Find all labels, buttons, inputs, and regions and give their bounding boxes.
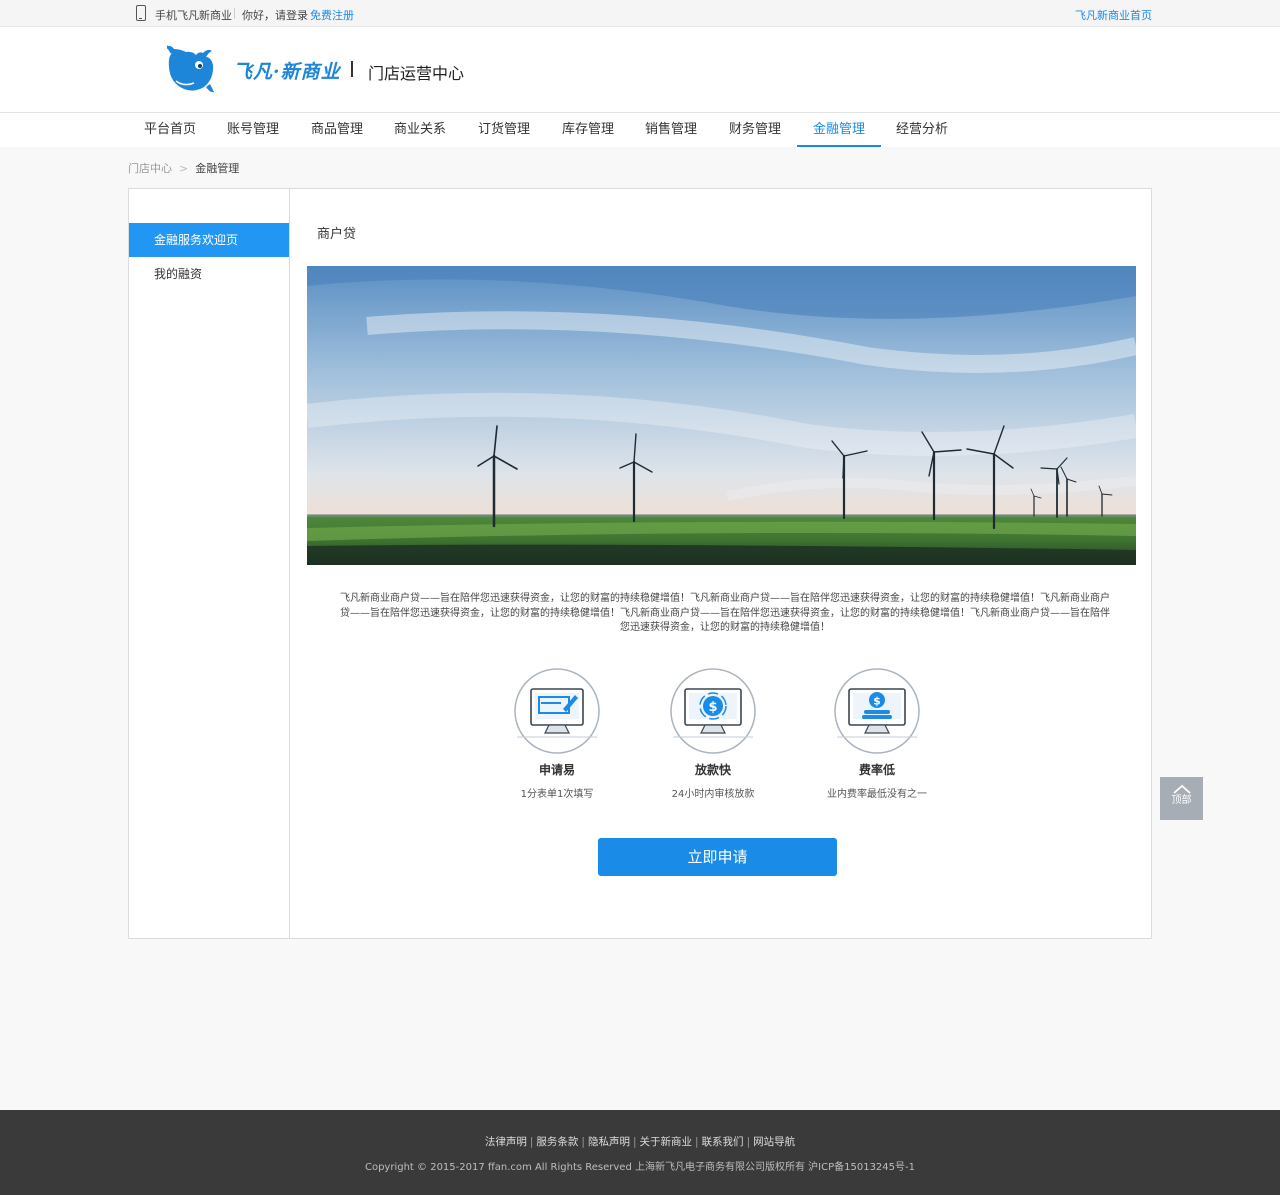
footer-link-contact[interactable]: 联系我们 [702,1136,744,1148]
topbar-divider [234,8,235,19]
apply-now-button[interactable]: 立即申请 [598,838,837,876]
footer-separator: | [581,1136,585,1148]
feature-title: 费率低 [858,763,895,777]
footer-link-terms[interactable]: 服务条款 [536,1136,578,1148]
breadcrumb-current: 金融管理 [195,162,240,175]
footer-links: 法律声明 | 服务条款 | 隐私声明 | 关于新商业 | 联系我们 | 网站导航 [0,1134,1280,1149]
sidebar-item-welcome[interactable]: 金融服务欢迎页 [129,223,289,257]
site-footer: 法律声明 | 服务条款 | 隐私声明 | 关于新商业 | 联系我们 | 网站导航 Copyright… [0,1110,1280,1195]
mobile-app-link[interactable]: 手机飞凡新商业 [155,7,232,23]
nav-item-home[interactable]: 平台首页 [128,113,212,147]
section-title: 商户贷 [317,227,357,242]
breadcrumb-root[interactable]: 门店中心 [128,162,172,175]
svg-text:$: $ [708,700,717,715]
nav-item-analytics[interactable]: 经营分析 [880,113,964,147]
header-divider [351,61,353,77]
feature-easy-apply: 申请易 1分表单1次填写 [487,667,627,800]
wind-turbine-banner-image [307,266,1136,565]
feature-subtitle: 24小时内审核放款 [671,789,755,800]
page-title: 门店运营中心 [368,64,465,83]
footer-separator: | [746,1136,751,1148]
feature-low-rate: $ 费率低 业内费率最低没有之一 [807,667,947,800]
footer-link-privacy[interactable]: 隐私声明 [588,1136,630,1148]
nav-item-orders[interactable]: 订货管理 [462,113,546,147]
mobile-phone-icon [136,5,146,21]
feature-subtitle: 1分表单1次填写 [520,789,594,800]
nav-item-inventory[interactable]: 库存管理 [546,113,630,147]
chevron-up-icon [1172,784,1191,794]
site-header: 飞凡·新商业 门店运营中心 [0,27,1280,113]
breadcrumb: 门店中心 > 金融管理 [128,160,239,176]
feature-subtitle: 业内费率最低没有之一 [827,789,927,800]
footer-separator: | [529,1136,534,1148]
svg-text:$: $ [873,695,881,708]
feature-title: 放款快 [694,763,731,777]
nav-item-sales[interactable]: 销售管理 [629,113,713,147]
nav-item-products[interactable]: 商品管理 [295,113,379,147]
top-bar: 手机飞凡新商业 你好，请登录 免费注册 飞凡新商业首页 [0,0,1280,27]
content-panel: 金融服务欢迎页 我的融资 商户贷 飞凡新商业商户贷——旨在陪伴您迅速获得资金，让… [128,188,1152,939]
breadcrumb-separator: > [179,162,189,175]
feature-title: 申请易 [538,763,575,777]
main-nav: 平台首页 账号管理 商品管理 商业关系 订货管理 库存管理 销售管理 财务管理 … [0,113,1280,147]
coin-stack-icon: $ [834,668,920,754]
footer-link-about[interactable]: 关于新商业 [640,1136,693,1148]
sidebar: 金融服务欢迎页 我的融资 [129,189,290,938]
sidebar-item-my-financing[interactable]: 我的融资 [129,257,289,291]
product-description: 飞凡新商业商户贷——旨在陪伴您迅速获得资金，让您的财富的持续稳健增值！飞凡新商业… [340,593,1110,633]
footer-separator: | [632,1136,637,1148]
home-link[interactable]: 飞凡新商业首页 [1075,7,1152,23]
back-to-top-label: 顶部 [1171,795,1192,806]
form-edit-icon [514,668,600,754]
feature-fast-loan: $ 放款快 24小时内审核放款 [643,667,783,800]
nav-item-finance[interactable]: 财务管理 [713,113,797,147]
nav-item-business-relations[interactable]: 商业关系 [378,113,462,147]
back-to-top-button[interactable]: 顶部 [1160,777,1203,820]
nav-item-account[interactable]: 账号管理 [211,113,295,147]
whale-logo-icon[interactable] [166,43,216,95]
register-link[interactable]: 免费注册 [310,7,354,23]
copyright: Copyright © 2015-2017 ffan.com All Right… [364,1162,915,1173]
footer-separator: | [695,1136,699,1148]
brand-name: 飞凡·新商业 [233,61,341,83]
fast-money-icon: $ [670,668,756,754]
nav-item-financial-services[interactable]: 金融管理 [797,113,881,147]
footer-link-sitemap[interactable]: 网站导航 [753,1136,795,1148]
login-link[interactable]: 你好，请登录 [242,7,308,23]
footer-link-legal[interactable]: 法律声明 [485,1136,527,1148]
